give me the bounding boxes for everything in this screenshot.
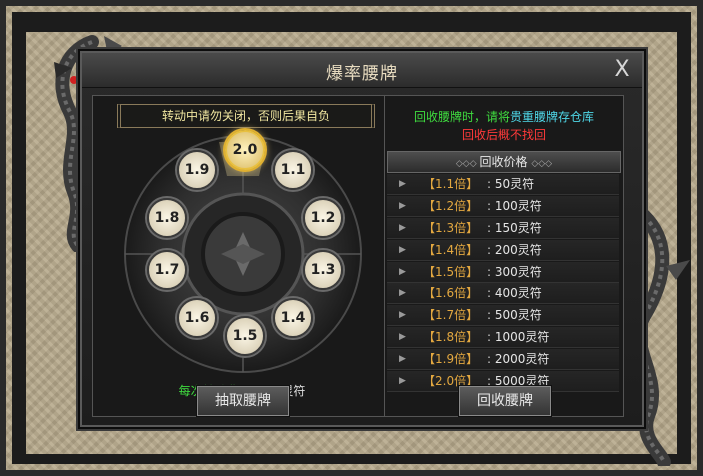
arrow-icon: ▶ (399, 376, 406, 387)
arrow-icon: ▶ (399, 310, 406, 321)
price-multiplier: 【1.8倍】 (423, 330, 479, 345)
price-list: ▶ 【1.1倍】: 50灵符 ▶ 【1.2倍】: 100灵符 ▶ 【1.3倍】: 150灵… (387, 174, 619, 393)
price-amount: 1000灵符 (494, 330, 550, 345)
price-header: ◇◇◇ 回收价格 ◇◇◇ (387, 151, 621, 173)
price-separator: : (487, 264, 492, 279)
close-button[interactable]: X (610, 58, 634, 82)
price-row: ▶ 【1.4倍】: 200灵符 (387, 239, 619, 261)
warning-text: 转动中请勿关闭，否则后果自负 (117, 104, 375, 128)
badge-panel: 爆率腰牌 X 转动中请勿关闭，否则后果自负 2.0 1.1 1.2 1.3 1.… (80, 51, 644, 427)
price-header-right-icon: ◇◇◇ (531, 159, 553, 169)
price-row: ▶ 【1.7倍】: 500灵符 (387, 305, 619, 327)
arrow-icon: ▶ (399, 244, 406, 255)
arrow-icon: ▶ (399, 266, 406, 277)
panel-title: 爆率腰牌 (326, 64, 398, 84)
price-separator: : (487, 220, 492, 235)
price-multiplier: 【1.4倍】 (423, 242, 479, 257)
price-row: ▶ 【1.6倍】: 400灵符 (387, 283, 619, 305)
price-row: ▶ 【1.8倍】: 1000灵符 (387, 327, 619, 349)
price-header-label: 回收价格 (479, 155, 528, 169)
price-separator: : (487, 352, 492, 367)
recycle-notice-cyan: 贵重腰牌存仓库 (510, 110, 595, 124)
wheel-slot-1-5: 1.5 (225, 316, 265, 356)
price-separator: : (487, 177, 492, 191)
recycle-notice-green: 回收腰牌时，请将 (413, 110, 510, 124)
recycle-panel: 回收腰牌时，请将贵重腰牌存仓库 回收后概不找回 ◇◇◇ 回收价格 ◇◇◇ ▶ 【1… (384, 95, 624, 417)
price-multiplier: 【1.2倍】 (423, 198, 479, 213)
price-separator: : (487, 198, 492, 213)
wheel-panel: 转动中请勿关闭，否则后果自负 2.0 1.1 1.2 1.3 1.4 1.5 1… (92, 95, 392, 417)
price-multiplier: 【1.7倍】 (423, 308, 479, 323)
stone-frame: 爆率腰牌 X 转动中请勿关闭，否则后果自负 2.0 1.1 1.2 1.3 1.… (0, 0, 703, 476)
price-row: ▶ 【1.9倍】: 2000灵符 (387, 349, 619, 371)
wheel-slot-2-0: 2.0 (225, 130, 265, 170)
price-multiplier: 【1.5倍】 (423, 264, 479, 279)
price-multiplier: 【1.3倍】 (423, 220, 479, 235)
wheel-slot-1-6: 1.6 (177, 298, 217, 338)
recycle-badge-button[interactable]: 回收腰牌 (459, 386, 551, 416)
price-amount: 400灵符 (494, 286, 542, 301)
wheel-slot-1-8: 1.8 (147, 198, 187, 238)
price-separator: : (487, 286, 492, 301)
wheel-slot-1-4: 1.4 (273, 298, 313, 338)
title-bar: 爆率腰牌 X (82, 53, 642, 88)
arrow-icon: ▶ (399, 222, 406, 233)
wheel-slot-1-1: 1.1 (273, 150, 313, 190)
price-amount: 200灵符 (494, 242, 542, 257)
price-row: ▶ 【1.5倍】: 300灵符 (387, 261, 619, 283)
price-amount: 50灵符 (494, 177, 535, 191)
arrow-icon: ▶ (399, 288, 406, 299)
arrow-icon: ▶ (399, 179, 406, 189)
price-amount: 300灵符 (494, 264, 542, 279)
price-amount: 2000灵符 (494, 352, 550, 367)
price-amount: 150灵符 (494, 220, 542, 235)
lucky-wheel: 2.0 1.1 1.2 1.3 1.4 1.5 1.6 1.7 1.8 1.9 (123, 130, 363, 374)
arrow-icon: ▶ (399, 354, 406, 365)
price-separator: : (487, 242, 492, 257)
draw-badge-button[interactable]: 抽取腰牌 (197, 386, 289, 416)
price-separator: : (487, 308, 492, 323)
price-row: ▶ 【1.1倍】: 50灵符 (387, 174, 619, 195)
wheel-slot-1-3: 1.3 (303, 250, 343, 290)
price-multiplier: 【1.1倍】 (423, 177, 479, 191)
wheel-slot-1-7: 1.7 (147, 250, 187, 290)
price-amount: 100灵符 (494, 198, 542, 213)
price-row: ▶ 【1.3倍】: 150灵符 (387, 217, 619, 239)
price-row: ▶ 【1.2倍】: 100灵符 (387, 195, 619, 217)
recycle-warning: 回收后概不找回 (461, 128, 546, 142)
recycle-notice: 回收腰牌时，请将贵重腰牌存仓库 (385, 108, 623, 125)
price-multiplier: 【1.9倍】 (423, 352, 479, 367)
arrow-icon: ▶ (399, 332, 406, 343)
price-amount: 500灵符 (494, 308, 542, 323)
arrow-icon: ▶ (399, 200, 406, 211)
price-header-left-icon: ◇◇◇ (455, 159, 480, 169)
price-multiplier: 【1.6倍】 (423, 286, 479, 301)
price-separator: : (487, 330, 492, 345)
wheel-slot-1-9: 1.9 (177, 150, 217, 190)
wheel-slot-1-2: 1.2 (303, 198, 343, 238)
